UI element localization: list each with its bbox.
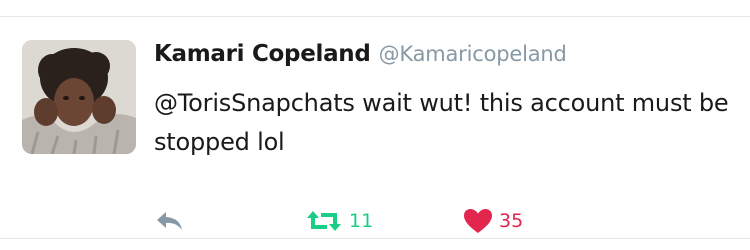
tweet-card: Kamari Copeland @Kamaricopeland @TorisSna… [0, 0, 750, 250]
like-count: 35 [499, 210, 524, 232]
tweet-header: Kamari Copeland @Kamaricopeland [154, 41, 567, 67]
reply-icon [154, 209, 186, 233]
reply-button[interactable] [154, 205, 186, 237]
avatar-image [22, 40, 136, 154]
like-button[interactable]: 35 [463, 205, 523, 237]
tweet-actions: 11 35 [154, 205, 714, 237]
heart-icon [463, 208, 493, 234]
avatar[interactable] [22, 40, 136, 154]
retweet-icon [305, 209, 343, 233]
display-name[interactable]: Kamari Copeland [154, 41, 371, 67]
user-handle[interactable]: @Kamaricopeland [379, 42, 567, 66]
top-divider [0, 16, 750, 17]
retweet-count: 11 [349, 210, 374, 232]
tweet-text: @TorisSnapchats wait wut! this account m… [154, 89, 729, 156]
bottom-divider [0, 238, 750, 239]
retweet-button[interactable]: 11 [305, 205, 373, 237]
